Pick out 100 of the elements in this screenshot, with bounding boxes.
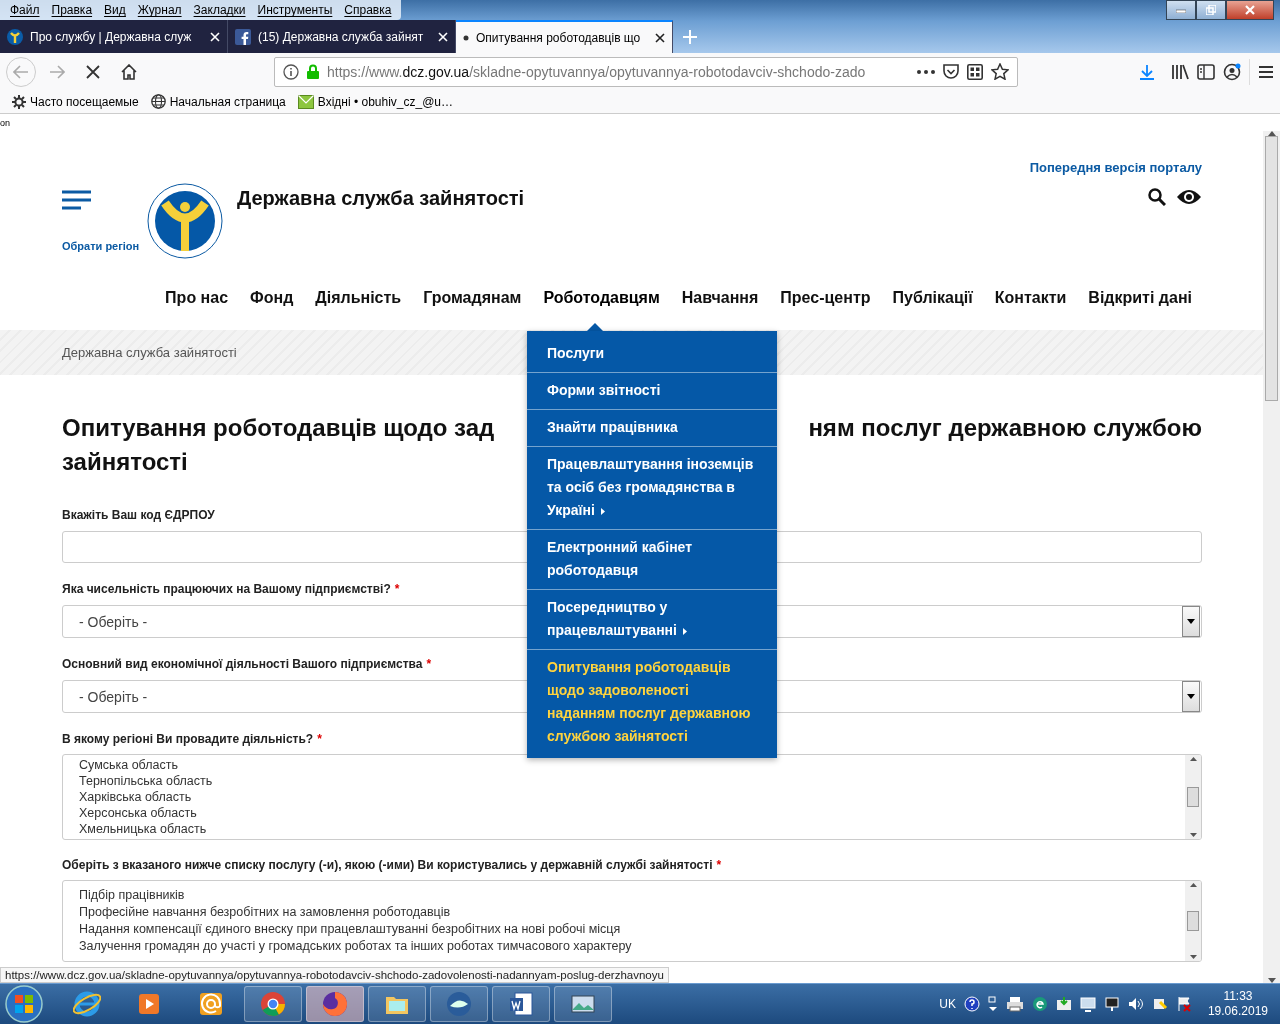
monitor-icon[interactable]	[1079, 996, 1096, 1012]
field-label: В якому регіоні Ви провадите діяльність?	[62, 732, 314, 746]
dropdown-menu-item[interactable]: Знайти працівника	[527, 410, 777, 447]
close-button[interactable]	[1226, 0, 1274, 20]
close-tab-icon[interactable]	[655, 32, 665, 43]
start-button[interactable]	[4, 984, 44, 1024]
list-option[interactable]: Херсонська область	[79, 805, 213, 821]
search-icon[interactable]	[1148, 188, 1166, 206]
nav-link[interactable]: Публікації	[881, 288, 984, 308]
menu-item[interactable]: Файл	[4, 3, 46, 17]
language-indicator[interactable]: UK	[939, 997, 956, 1011]
menu-item[interactable]: Справка	[338, 3, 398, 17]
menu-item[interactable]: Вид	[98, 3, 132, 17]
nav-link[interactable]: Діяльність	[304, 288, 413, 308]
list-option[interactable]: Професійне навчання безробітних на замовлення роботодавців	[79, 904, 632, 921]
nav-link[interactable]: Громадянам	[412, 288, 533, 308]
region-link[interactable]: Обрати регіон	[62, 240, 140, 252]
help-icon[interactable]	[963, 996, 980, 1012]
library-icon[interactable]	[1171, 63, 1189, 80]
dropdown-menu-item[interactable]: Електронний кабінет роботодавця	[527, 530, 777, 590]
dropdown-menu-item[interactable]: Працевлаштування іноземців та осіб без громадянства в Україні	[527, 447, 777, 530]
envelope-icon[interactable]	[1055, 996, 1072, 1012]
nav-link[interactable]: Роботодавцям	[532, 288, 671, 308]
nav-link[interactable]: Про нас	[154, 288, 240, 308]
list-option[interactable]: Сумська область	[79, 757, 213, 773]
page-text: on	[0, 118, 10, 128]
loading-dot-icon	[463, 34, 469, 41]
minimize-icon	[1176, 7, 1186, 13]
field-label: Основний вид економічної діяльності Вашого підприємства	[62, 657, 423, 671]
nav-link[interactable]: Фонд	[239, 288, 305, 308]
url-text: https://www.dcz.gov.ua/skladne-opytuvannya/opytuvannya-robotodavciv-shchodo-zado	[327, 63, 867, 80]
list-option[interactable]: Тернопільська область	[79, 773, 213, 789]
more-dots-icon[interactable]	[917, 69, 935, 74]
star-icon[interactable]	[991, 63, 1009, 80]
tray-arrow-icon[interactable]	[987, 996, 998, 1012]
download-icon[interactable]	[1139, 63, 1155, 80]
listbox-field[interactable]	[62, 880, 1202, 962]
dropdown-menu-item[interactable]: Посередництво у працевлаштуванні	[527, 590, 777, 650]
menu-item[interactable]: Закладки	[187, 3, 252, 17]
minimize-button[interactable]	[1166, 0, 1196, 20]
scrollbar[interactable]	[1185, 881, 1201, 961]
bookmark-item[interactable]: Часто посещаемые	[12, 94, 139, 109]
emblem-logo[interactable]	[147, 183, 223, 259]
list-option[interactable]: Підбір працівників	[79, 887, 632, 904]
breadcrumb-link[interactable]: Державна служба зайнятості	[62, 345, 237, 360]
at-sign-icon	[197, 990, 225, 1018]
list-option[interactable]: Залучення громадян до участі у громадських роботах та інших роботах тимчасового характеру	[79, 938, 632, 955]
status-url-tooltip: https://www.dcz.gov.ua/skladne-opytuvannya/opytuvannya-robotodavciv-shchodo-zadovolenosti-nadannyam-poslug-derzhavnoyu	[0, 967, 669, 983]
taskbar-app-button[interactable]	[430, 986, 488, 1022]
nav-link[interactable]: Відкриті дані	[1077, 288, 1203, 308]
taskbar-app-button[interactable]	[554, 986, 612, 1022]
dropdown-menu-item[interactable]: Форми звітності	[527, 373, 777, 410]
required-mark: *	[317, 732, 322, 746]
list-option[interactable]: Надання компенсації єдиного внеску при працевлаштуванні безробітних на нові робочі місця	[79, 921, 632, 938]
scrollbar[interactable]	[1185, 755, 1201, 839]
firefox-icon	[321, 990, 349, 1018]
list-option[interactable]: Хмельницька область	[79, 821, 213, 837]
nav-link[interactable]: Контакти	[983, 288, 1078, 308]
nav-link[interactable]: Навчання	[670, 288, 770, 308]
list-option[interactable]: Харківська область	[79, 789, 213, 805]
gear-icon	[12, 94, 26, 109]
bookmark-item[interactable]: Вхідні • obuhiv_cz_@u…	[297, 94, 454, 109]
taskbar-app-button[interactable]	[492, 986, 550, 1022]
menu-item[interactable]: Правка	[45, 3, 99, 17]
eye-icon[interactable]	[1176, 188, 1202, 206]
forward-arrow-icon	[49, 64, 65, 79]
nav-link[interactable]: Прес-центр	[769, 288, 882, 308]
hamburger-menu-icon[interactable]	[62, 190, 91, 210]
page-scrollbar[interactable]	[1263, 131, 1280, 983]
grid-icon[interactable]	[967, 63, 983, 80]
scrollbar-thumb[interactable]	[1187, 911, 1199, 931]
site-title: Державна служба зайнятості	[237, 187, 525, 210]
page-heading: ням послуг державною службою	[808, 413, 1202, 443]
previous-version-link[interactable]: Попередня версія порталу	[1029, 160, 1202, 175]
scrollbar-thumb[interactable]	[1187, 787, 1199, 807]
taskbar-app-button[interactable]	[368, 986, 426, 1022]
pocket-icon[interactable]	[943, 64, 959, 79]
globe-icon	[150, 94, 166, 109]
envelope-icon	[297, 94, 314, 109]
menu-icon[interactable]	[1258, 64, 1274, 79]
restore-button[interactable]	[1196, 0, 1226, 20]
document-w-icon	[507, 990, 535, 1018]
facebook-icon	[235, 28, 251, 45]
dropdown-menu-item[interactable]: Послуги	[527, 331, 777, 373]
e-badge-icon[interactable]	[1031, 996, 1048, 1012]
account-icon[interactable]	[1223, 62, 1241, 81]
speaker-icon[interactable]	[1127, 996, 1144, 1012]
required-mark: *	[394, 582, 400, 596]
scrollbar-thumb[interactable]	[1265, 136, 1278, 401]
flag-icon[interactable]	[1175, 996, 1192, 1012]
printer-icon[interactable]	[1005, 996, 1024, 1012]
bookmark-item[interactable]: Начальная страница	[150, 94, 286, 109]
sidebar-icon[interactable]	[1197, 63, 1215, 80]
menu-item[interactable]: Журнал	[131, 3, 188, 17]
menu-item[interactable]: Инструменты	[251, 3, 339, 17]
taskbar-app-button[interactable]	[306, 986, 364, 1022]
clock[interactable]: 11:33 19.06.2019	[1207, 989, 1268, 1019]
address-bar[interactable]: https://www.dcz.gov.ua/skladne-opytuvannya/opytuvannya-robotodavciv-shchodo-zado	[274, 56, 1018, 87]
chrome-icon	[259, 990, 287, 1018]
browser-tab[interactable]: Опитування роботодавців що	[456, 20, 673, 53]
